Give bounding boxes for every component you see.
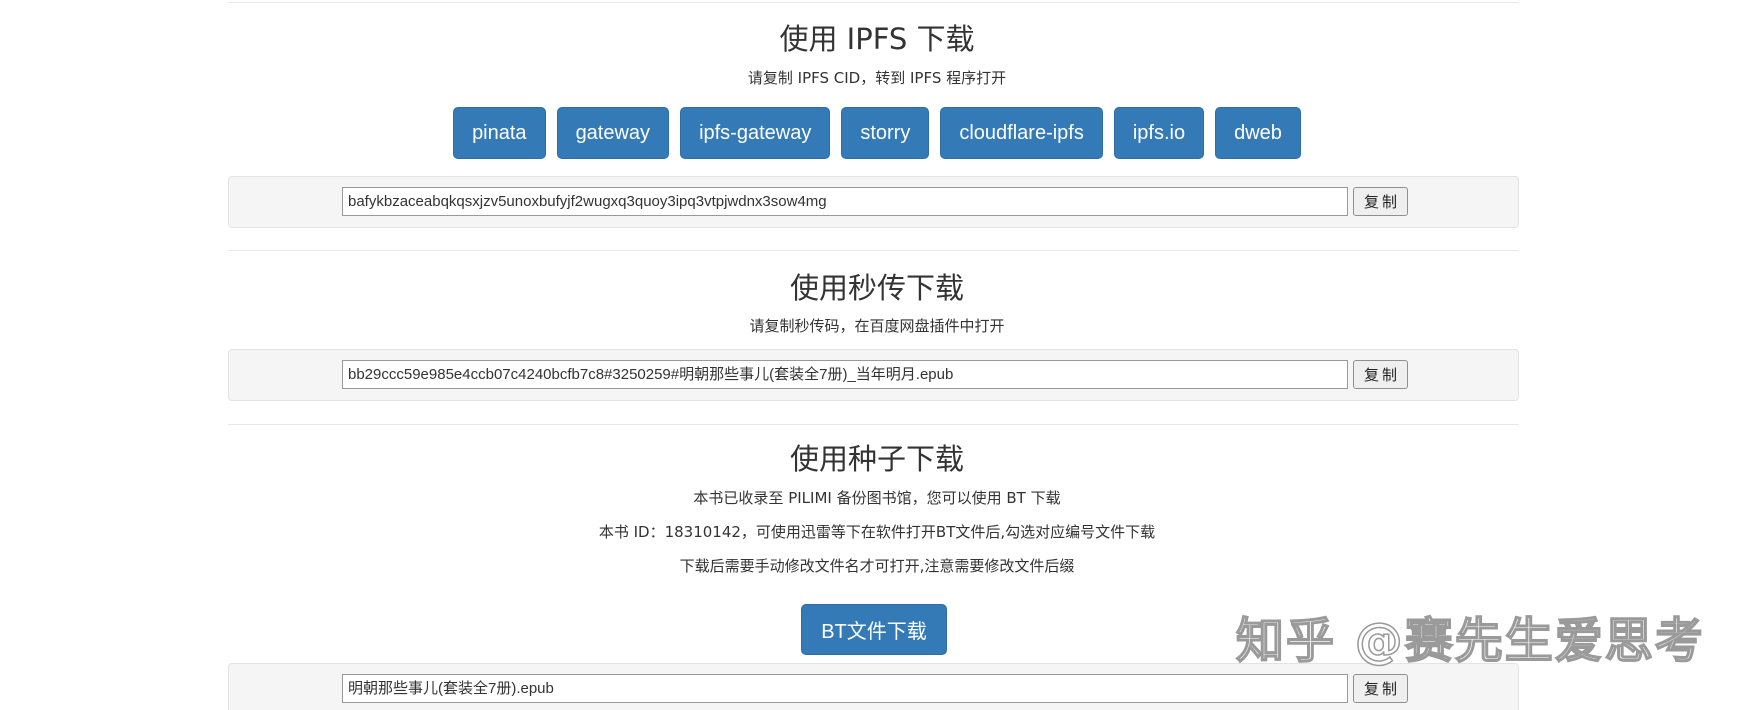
instant-title: 使用秒传下载 xyxy=(789,271,964,305)
instant-code-input[interactable]: bb29ccc59e985e4ccb07c4240bcfb7c8#3250259… xyxy=(342,360,1348,389)
ipfs-subtitle: 请复制 IPFS CID，转到 IPFS 程序打开 xyxy=(747,69,1007,87)
gateway-button-gateway[interactable]: gateway xyxy=(556,107,670,159)
gateway-button-storry[interactable]: storry xyxy=(841,107,930,159)
section-divider xyxy=(228,424,1519,425)
torrent-copy-button[interactable]: 复制 xyxy=(1353,674,1408,703)
torrent-info-line-2: 本书 ID：18310142，可使用迅雷等下在软件打开BT文件后,勾选对应编号文… xyxy=(598,523,1156,541)
gateway-button-cloudflare-ipfs[interactable]: cloudflare-ipfs xyxy=(940,107,1103,159)
bt-download-button[interactable]: BT文件下载 xyxy=(801,604,947,655)
gateway-button-pinata[interactable]: pinata xyxy=(453,107,546,159)
ipfs-title: 使用 IPFS 下载 xyxy=(779,22,975,56)
download-page: 使用 IPFS 下载 请复制 IPFS CID，转到 IPFS 程序打开 pin… xyxy=(0,0,1754,710)
torrent-info-line-1: 本书已收录至 PILIMI 备份图书馆，您可以使用 BT 下载 xyxy=(693,489,1061,507)
torrent-title: 使用种子下载 xyxy=(789,442,964,476)
section-divider xyxy=(228,250,1519,251)
ipfs-copy-button[interactable]: 复制 xyxy=(1353,187,1408,216)
torrent-info-line-3: 下载后需要手动修改文件名才可打开,注意需要修改文件后缀 xyxy=(679,557,1075,575)
gateway-button-row: pinata gateway ipfs-gateway storry cloud… xyxy=(0,107,1754,159)
section-divider xyxy=(228,2,1519,3)
torrent-filename-input[interactable]: 明朝那些事儿(套装全7册).epub xyxy=(342,674,1348,703)
gateway-button-dweb[interactable]: dweb xyxy=(1215,107,1301,159)
ipfs-cid-input[interactable]: bafykbzaceabqkqsxjzv5unoxbufyjf2wugxq3qu… xyxy=(342,187,1348,216)
instant-subtitle: 请复制秒传码，在百度网盘插件中打开 xyxy=(749,317,1005,335)
ipfs-cid-well: bafykbzaceabqkqsxjzv5unoxbufyjf2wugxq3qu… xyxy=(228,176,1519,228)
instant-copy-button[interactable]: 复制 xyxy=(1353,360,1408,389)
instant-code-well: bb29ccc59e985e4ccb07c4240bcfb7c8#3250259… xyxy=(228,349,1519,401)
gateway-button-ipfs-io[interactable]: ipfs.io xyxy=(1113,107,1205,159)
zhihu-watermark: 知乎 @赛先生爱思考 xyxy=(1235,612,1705,670)
gateway-button-ipfs-gateway[interactable]: ipfs-gateway xyxy=(680,107,831,159)
